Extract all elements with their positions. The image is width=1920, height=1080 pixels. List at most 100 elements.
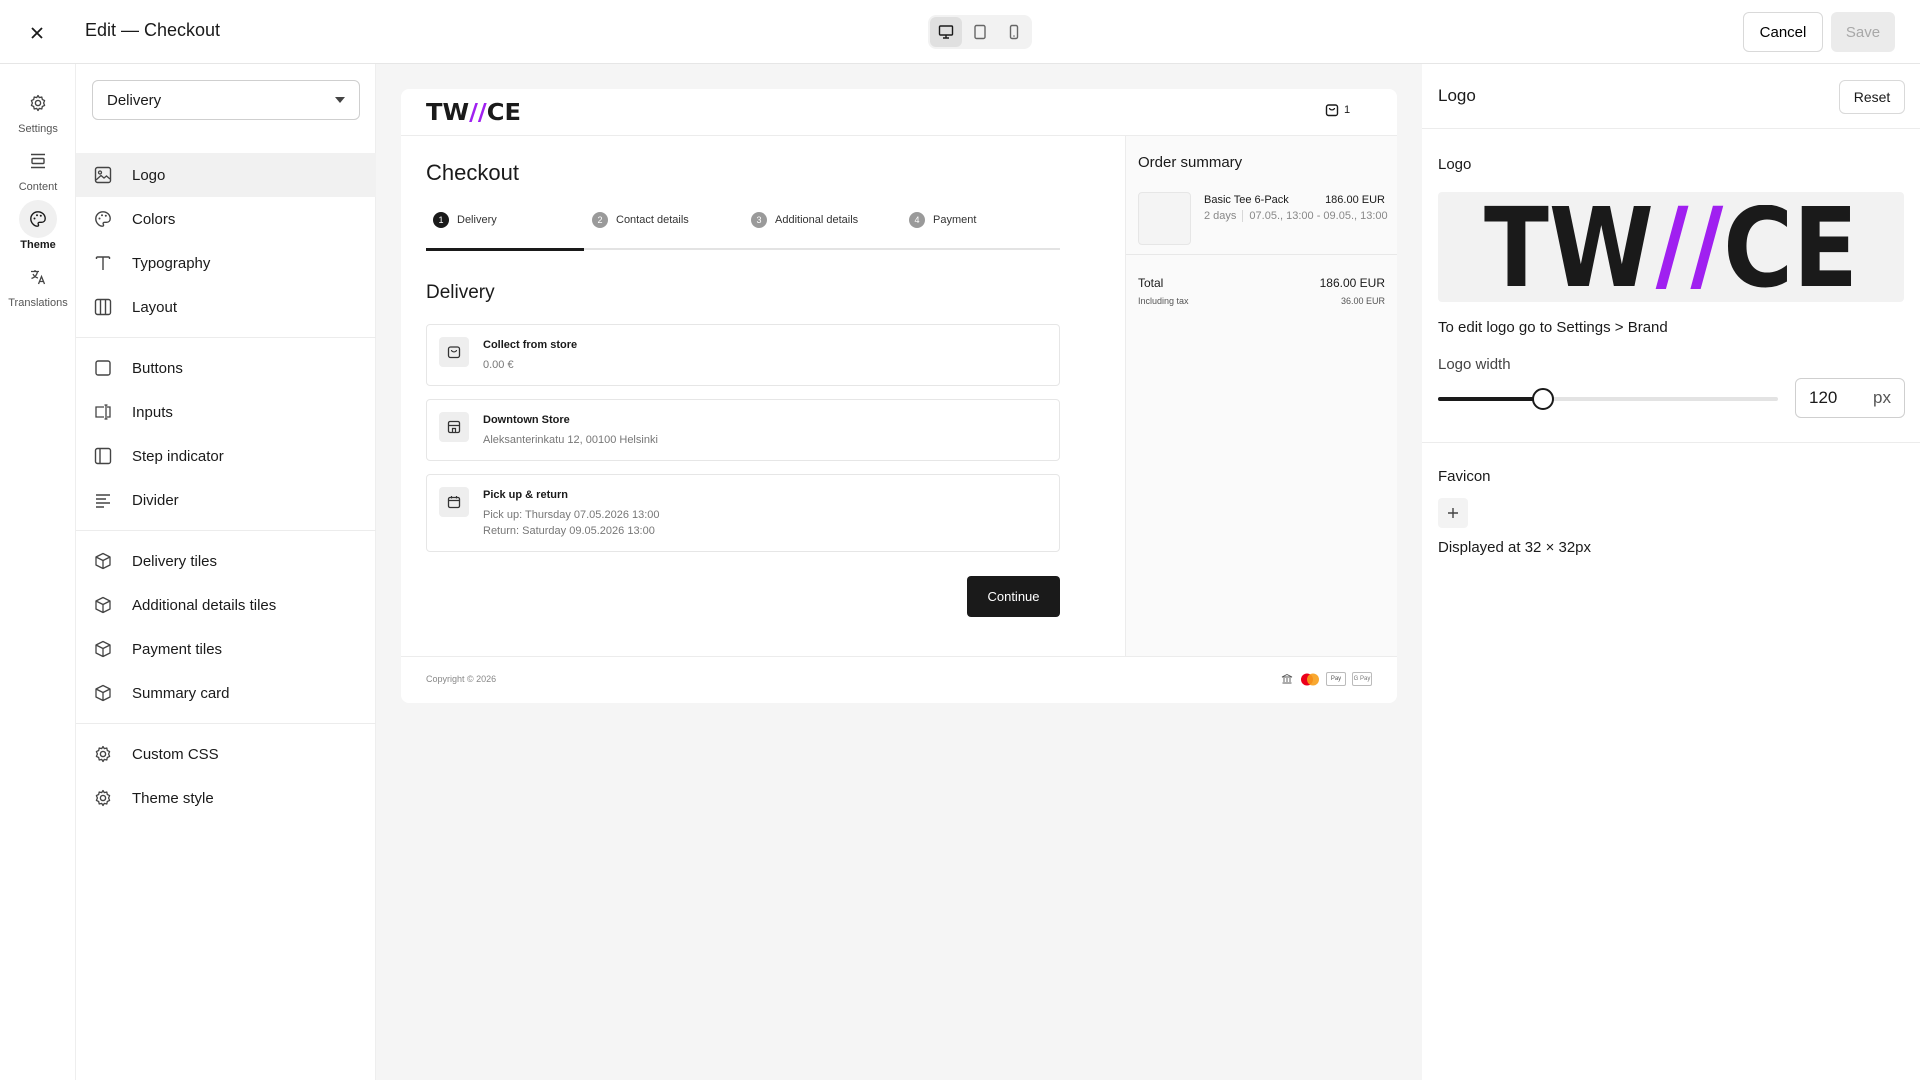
logo-width-slider[interactable] <box>1438 388 1778 410</box>
top-bar: Edit — Checkout Cancel Save <box>0 0 1920 64</box>
nav-item-divider[interactable]: Divider <box>76 478 376 522</box>
nav-item-label: Theme style <box>132 789 214 807</box>
page-title: Edit — Checkout <box>85 20 221 40</box>
cube-icon <box>92 638 114 660</box>
mastercard-icon <box>1300 672 1320 686</box>
tablet-icon <box>974 24 986 40</box>
delivery-tile-store[interactable]: Downtown Store Aleksanterinkatu 12, 0010… <box>426 399 1060 461</box>
rail-item-theme[interactable]: Theme <box>0 200 76 251</box>
calendar-icon <box>439 487 469 517</box>
step-payment[interactable]: 4 Payment <box>909 212 976 228</box>
tile-title: Pick up & return <box>483 489 568 501</box>
nav-item-label: Summary card <box>132 684 230 702</box>
cancel-button[interactable]: Cancel <box>1743 12 1823 52</box>
cube-icon <box>92 550 114 572</box>
tile-detail: Pick up: Thursday 07.05.2026 13:00 <box>483 509 660 521</box>
nav-item-typography[interactable]: Typography <box>76 241 376 285</box>
nav-item-inputs[interactable]: Inputs <box>76 390 376 434</box>
rail-item-settings[interactable]: Settings <box>0 84 76 135</box>
logo-preview-box: TW//CE <box>1438 192 1904 302</box>
applepay-text: Pay <box>1330 676 1342 682</box>
step-label: Delivery <box>457 214 497 226</box>
cube-icon <box>92 682 114 704</box>
rail-label: Settings <box>18 123 58 135</box>
copyright-text: Copyright © 2026 <box>426 674 497 684</box>
nav-item-custom-css[interactable]: Custom CSS <box>76 732 376 776</box>
nav-divider <box>76 337 376 338</box>
product-name: Basic Tee 6-Pack <box>1204 194 1289 206</box>
step-delivery[interactable]: 1 Delivery <box>433 212 497 228</box>
step-label: Additional details <box>775 214 859 226</box>
logo-width-input[interactable]: 120 px <box>1795 378 1905 418</box>
nav-divider <box>76 530 376 531</box>
lines-icon <box>92 489 114 511</box>
settings-brand-link[interactable]: Settings > Brand <box>1556 319 1667 336</box>
save-button[interactable]: Save <box>1831 12 1895 52</box>
nav-item-buttons[interactable]: Buttons <box>76 346 376 390</box>
step-contact-details[interactable]: 2 Contact details <box>592 212 689 228</box>
favicon-label: Favicon <box>1438 468 1491 485</box>
close-button[interactable] <box>22 18 52 48</box>
product-thumbnail <box>1138 192 1191 245</box>
step-number: 1 <box>433 212 449 228</box>
step-additional-details[interactable]: 3 Additional details <box>751 212 858 228</box>
summary-divider <box>1126 254 1397 255</box>
googlepay-icon: G Pay <box>1352 672 1372 686</box>
close-icon <box>31 27 43 39</box>
nav-item-label: Divider <box>132 491 179 509</box>
gear-icon <box>19 84 57 122</box>
googlepay-text: G Pay <box>1353 676 1371 682</box>
columns-icon <box>92 296 114 318</box>
nav-item-label: Additional details tiles <box>132 596 277 614</box>
properties-panel: Logo Reset Logo TW//CE To edit logo go t… <box>1422 64 1920 1080</box>
image-icon <box>92 164 114 186</box>
page-select-value: Delivery <box>107 91 162 109</box>
mobile-view-button[interactable] <box>998 17 1030 47</box>
nav-item-step-indicator[interactable]: Step indicator <box>76 434 376 478</box>
logo-section-label: Logo <box>1438 156 1472 173</box>
favicon-size-hint: Displayed at 32 × 32px <box>1438 539 1592 556</box>
translate-icon <box>19 258 57 296</box>
step-track-active <box>426 248 584 251</box>
continue-button[interactable]: Continue <box>967 576 1060 617</box>
nav-item-colors[interactable]: Colors <box>76 197 376 241</box>
nav-item-label: Payment tiles <box>132 640 223 658</box>
left-rail: Settings Content Theme Translations <box>0 64 76 1080</box>
product-price: 186.00 EUR <box>1325 194 1385 206</box>
preview-canvas: TW//CE 1 Checkout 1 Delivery 2 Contact d… <box>376 64 1422 1080</box>
nav-item-label: Custom CSS <box>132 745 219 763</box>
order-summary: Order summary Basic Tee 6-Pack 186.00 EU… <box>1125 136 1397 656</box>
cart-button[interactable]: 1 <box>1325 103 1350 117</box>
logo-edit-hint: To edit logo go to Settings > Brand <box>1438 319 1668 336</box>
nav-item-theme-style[interactable]: Theme style <box>76 776 376 820</box>
add-favicon-button[interactable] <box>1438 498 1468 528</box>
delivery-tile-collect[interactable]: Collect from store 0.00 € <box>426 324 1060 386</box>
applepay-icon: Pay <box>1326 672 1346 686</box>
tile-detail: Aleksanterinkatu 12, 00100 Helsinki <box>483 434 658 446</box>
slider-thumb[interactable] <box>1532 388 1554 410</box>
tablet-view-button[interactable] <box>964 17 996 47</box>
nav-item-additional-details-tiles[interactable]: Additional details tiles <box>76 583 376 627</box>
bag-icon <box>439 337 469 367</box>
panel-icon <box>92 445 114 467</box>
nav-item-delivery-tiles[interactable]: Delivery tiles <box>76 539 376 583</box>
page-select[interactable]: Delivery <box>92 80 360 120</box>
logo-width-unit: px <box>1873 388 1891 407</box>
step-indicator: 1 Delivery 2 Contact details 3 Additiona… <box>426 212 1060 252</box>
logo-hint-text: To edit logo go to <box>1438 319 1557 336</box>
delivery-tile-pickup-return[interactable]: Pick up & return Pick up: Thursday 07.05… <box>426 474 1060 552</box>
rail-item-content[interactable]: Content <box>0 142 76 193</box>
nav-item-label: Layout <box>132 298 178 316</box>
nav-item-logo[interactable]: Logo <box>76 153 376 197</box>
reset-button[interactable]: Reset <box>1839 80 1905 114</box>
nav-item-payment-tiles[interactable]: Payment tiles <box>76 627 376 671</box>
bag-icon <box>1325 104 1339 117</box>
nav-item-label: Colors <box>132 210 176 228</box>
product-meta: 2 days 07.05., 13:00 - 09.05., 13:00 <box>1204 210 1388 222</box>
desktop-view-button[interactable] <box>930 17 962 47</box>
nav-item-layout[interactable]: Layout <box>76 285 376 329</box>
slider-fill <box>1438 397 1543 401</box>
nav-item-summary-card[interactable]: Summary card <box>76 671 376 715</box>
rail-item-translations[interactable]: Translations <box>0 258 76 309</box>
gear-icon <box>92 743 114 765</box>
